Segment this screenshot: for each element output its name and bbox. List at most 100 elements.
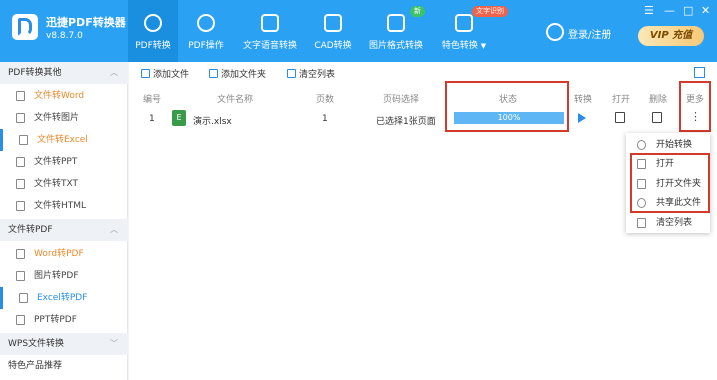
word-file-icon — [16, 91, 25, 101]
tab-label: PDF操作 — [188, 41, 224, 51]
trash-icon[interactable] — [652, 112, 662, 123]
add-folder-label: 添加文件夹 — [221, 70, 267, 80]
tab-label-wrap: 特色转换 ▼ — [436, 38, 492, 51]
sidebar-item-excel-to-pdf[interactable]: Excel转PDF — [0, 287, 128, 309]
tab-special-convert[interactable]: 文字识别 特色转换 ▼ — [436, 0, 508, 62]
col-page-select: 页码选择 — [383, 95, 420, 105]
sidebar-item-label: 文件转图片 — [34, 113, 80, 123]
grid-view-icon[interactable] — [694, 67, 705, 78]
sidebar: PDF转换其他 ︿ 文件转Word 文件转图片 文件转Excel 文件转PPT … — [0, 62, 128, 380]
section-wps-convert[interactable]: WPS文件转换 ﹀ — [0, 333, 128, 355]
add-file-label: 添加文件 — [153, 70, 190, 80]
chevron-up-icon: ︿ — [110, 68, 118, 77]
txt-file-icon — [16, 179, 25, 189]
excel-file-icon — [19, 135, 28, 145]
tab-label: 文字语音转换 — [242, 41, 297, 51]
menu-item-clear-list[interactable]: 清空列表 — [626, 213, 710, 233]
more-menu: 开始转换 打开 打开文件夹 共享此文件 清空列表 — [626, 133, 710, 233]
tab-cad[interactable]: CAD转换 — [308, 0, 358, 62]
maximize-icon[interactable]: □ — [683, 4, 693, 17]
chevron-up-icon: ︿ — [110, 225, 118, 234]
tab-label: 特色转换 — [441, 41, 478, 51]
trash-icon — [637, 218, 646, 228]
excel-file-icon — [19, 293, 28, 303]
ppt-file-icon — [16, 315, 25, 325]
image-file-icon — [16, 271, 25, 281]
sidebar-item-label: 图片转PDF — [34, 271, 79, 281]
tab-label: 图片格式转换 — [368, 41, 423, 51]
app-version: v8.8.7.0 — [46, 31, 83, 41]
tab-label: PDF转换 — [135, 41, 171, 51]
play-icon[interactable] — [578, 113, 586, 123]
sidebar-item-to-ppt[interactable]: 文件转PPT — [0, 151, 128, 173]
section-title: 文件转PDF — [8, 225, 53, 235]
sidebar-item-label: 文件转PPT — [34, 157, 78, 167]
excel-file-icon: E — [172, 110, 186, 126]
chevron-down-icon: ﹀ — [110, 339, 118, 348]
featured-products-label: 特色产品推荐 — [8, 361, 63, 371]
text-voice-icon — [261, 14, 279, 32]
sidebar-item-label: Word转PDF — [34, 249, 84, 259]
pdf-convert-icon — [144, 14, 162, 32]
sidebar-item-label: 文件转HTML — [34, 201, 87, 211]
sidebar-item-to-txt[interactable]: 文件转TXT — [0, 173, 128, 195]
app-header: 迅捷PDF转换器 v8.8.7.0 PDF转换 PDF操作 文字语音转换 CAD… — [0, 0, 717, 62]
sidebar-item-label: 文件转TXT — [34, 179, 79, 189]
sidebar-item-to-word[interactable]: 文件转Word — [0, 85, 128, 107]
chevron-down-icon: ▼ — [480, 42, 487, 50]
tab-image-format[interactable]: 新 图片格式转换 — [364, 0, 428, 62]
word-file-icon — [16, 249, 25, 259]
special-convert-icon — [455, 14, 473, 32]
section-pdf-convert-other[interactable]: PDF转换其他 ︿ — [0, 62, 128, 84]
tab-text-voice[interactable]: 文字语音转换 — [236, 0, 304, 62]
col-pages: 页数 — [316, 95, 335, 105]
sidebar-item-to-html[interactable]: 文件转HTML — [0, 195, 128, 217]
sidebar-item-ppt-to-pdf[interactable]: PPT转PDF — [0, 309, 128, 331]
row-index: 1 — [149, 114, 155, 124]
sidebar-item-to-excel[interactable]: 文件转Excel — [0, 129, 128, 151]
clear-list-button[interactable]: 清空列表 — [287, 67, 335, 80]
pdf-operate-icon — [197, 14, 215, 32]
menu-icon[interactable]: ☰ — [644, 4, 654, 17]
sidebar-item-label: 文件转Excel — [37, 135, 88, 145]
vip-recharge-button[interactable]: VIP 充值 — [638, 26, 704, 46]
image-format-icon — [387, 14, 405, 32]
col-delete: 删除 — [649, 95, 668, 105]
folder-open-icon[interactable] — [615, 112, 625, 123]
col-index: 编号 — [143, 95, 162, 105]
app-name: 迅捷PDF转换器 — [46, 16, 126, 29]
image-file-icon — [16, 113, 25, 123]
sidebar-item-word-to-pdf[interactable]: Word转PDF — [0, 243, 128, 265]
ppt-file-icon — [16, 157, 25, 167]
row-filename: 演示.xlsx — [193, 117, 232, 127]
new-badge: 新 — [410, 6, 425, 17]
col-convert: 转换 — [574, 95, 593, 105]
section-title: PDF转换其他 — [8, 68, 62, 78]
tab-pdf-convert[interactable]: PDF转换 — [128, 0, 178, 62]
sidebar-item-label: Excel转PDF — [37, 293, 88, 303]
sidebar-item-to-image[interactable]: 文件转图片 — [0, 107, 128, 129]
play-circle-icon — [637, 140, 646, 150]
html-file-icon — [16, 201, 25, 211]
menu-item-label: 清空列表 — [656, 218, 693, 228]
sidebar-item-label: PPT转PDF — [34, 315, 77, 325]
ocr-badge: 文字识别 — [472, 6, 508, 17]
tab-label: CAD转换 — [314, 41, 352, 51]
minimize-icon[interactable]: — — [664, 4, 675, 17]
sidebar-item-label: 文件转Word — [34, 91, 85, 101]
tab-pdf-operate[interactable]: PDF操作 — [180, 0, 232, 62]
add-file-icon — [141, 69, 150, 78]
status-highlight-box — [445, 81, 569, 132]
col-open: 打开 — [612, 95, 631, 105]
row-page-select[interactable]: 已选择1张页面 — [376, 114, 436, 127]
menu-item-start-convert[interactable]: 开始转换 — [626, 135, 710, 155]
cad-icon — [324, 14, 342, 32]
close-icon[interactable]: ✕ — [701, 4, 710, 17]
user-icon — [546, 23, 564, 41]
row-pages: 1 — [322, 114, 328, 124]
add-file-button[interactable]: 添加文件 — [141, 67, 189, 80]
sidebar-item-image-to-pdf[interactable]: 图片转PDF — [0, 265, 128, 287]
add-folder-button[interactable]: 添加文件夹 — [209, 67, 266, 80]
col-filename: 文件名称 — [217, 95, 254, 105]
section-file-to-pdf[interactable]: 文件转PDF ︿ — [0, 219, 128, 241]
